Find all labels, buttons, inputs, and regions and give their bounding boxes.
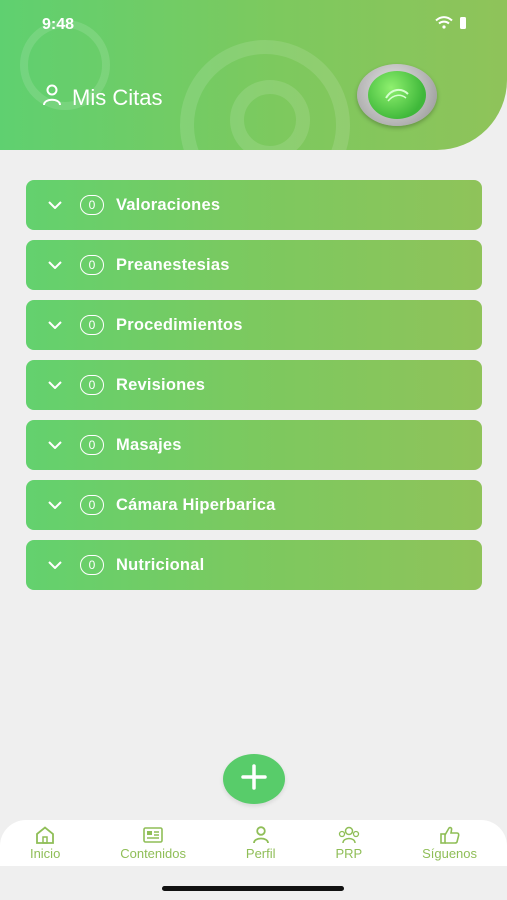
category-label: Valoraciones (116, 195, 221, 214)
tab-perfil[interactable]: Perfil (245, 825, 276, 861)
wifi-icon (435, 16, 453, 34)
count-badge: 0 (80, 375, 104, 395)
tab-label: Síguenos (422, 845, 478, 861)
home-indicator[interactable] (162, 886, 344, 891)
newspaper-icon (143, 826, 163, 844)
category-label: Procedimientos (116, 315, 243, 334)
count-badge: 0 (80, 315, 104, 335)
tab-siguenos[interactable]: Síguenos (422, 826, 477, 861)
user-icon (42, 84, 62, 112)
category-item-procedimientos[interactable]: 0 Procedimientos (26, 300, 482, 350)
home-icon (35, 825, 55, 844)
category-label: Nutricional (116, 555, 205, 574)
tab-prp[interactable]: PRP (335, 826, 362, 861)
category-label: Revisiones (116, 375, 206, 394)
page-title-text: Mis Citas (72, 85, 163, 110)
battery-icon (459, 16, 467, 35)
status-time: 9:48 (42, 16, 75, 33)
user-icon (252, 825, 270, 844)
plus-icon (241, 763, 267, 795)
thumbs-up-icon (439, 826, 460, 844)
add-appointment-button[interactable] (223, 754, 285, 804)
page-title: Mis Citas (42, 84, 162, 112)
category-label: Masajes (116, 435, 182, 454)
category-item-preanestesias[interactable]: 0 Preanestesias (26, 240, 482, 290)
avatar[interactable] (357, 64, 437, 126)
chevron-down-icon (48, 261, 68, 269)
category-item-masajes[interactable]: 0 Masajes (26, 420, 482, 470)
count-badge: 0 (80, 255, 104, 275)
logo-icon (368, 71, 426, 119)
chevron-down-icon (48, 561, 68, 569)
tab-label: Perfil (245, 845, 276, 861)
category-item-camara-hiperbarica[interactable]: 0 Cámara Hiperbarica (26, 480, 482, 530)
chevron-down-icon (48, 321, 68, 329)
category-item-valoraciones[interactable]: 0 Valoraciones (26, 180, 482, 230)
tab-inicio[interactable]: Inicio (29, 825, 61, 861)
count-badge: 0 (80, 555, 104, 575)
category-item-nutricional[interactable]: 0 Nutricional (26, 540, 482, 590)
count-badge: 0 (80, 495, 104, 515)
category-label: Cámara Hiperbarica (116, 495, 276, 514)
chevron-down-icon (48, 201, 68, 209)
group-icon (338, 826, 360, 844)
count-badge: 0 (80, 195, 104, 215)
chevron-down-icon (48, 381, 68, 389)
count-badge: 0 (80, 435, 104, 455)
category-label: Preanestesias (116, 255, 230, 274)
tab-label: Contenidos (120, 845, 186, 861)
appointment-category-list: 0 Valoraciones 0 Preanestesias 0 Procedi… (26, 180, 482, 600)
chevron-down-icon (48, 441, 68, 449)
header-decoration (230, 80, 310, 150)
chevron-down-icon (48, 501, 68, 509)
status-bar: 9:48 (0, 0, 507, 50)
bottom-tab-bar: Inicio Contenidos Perfil PRP Síguenos (0, 820, 507, 866)
tab-label: Inicio (29, 845, 61, 861)
category-item-revisiones[interactable]: 0 Revisiones (26, 360, 482, 410)
tab-contenidos[interactable]: Contenidos (120, 826, 186, 861)
tab-label: PRP (335, 845, 363, 861)
